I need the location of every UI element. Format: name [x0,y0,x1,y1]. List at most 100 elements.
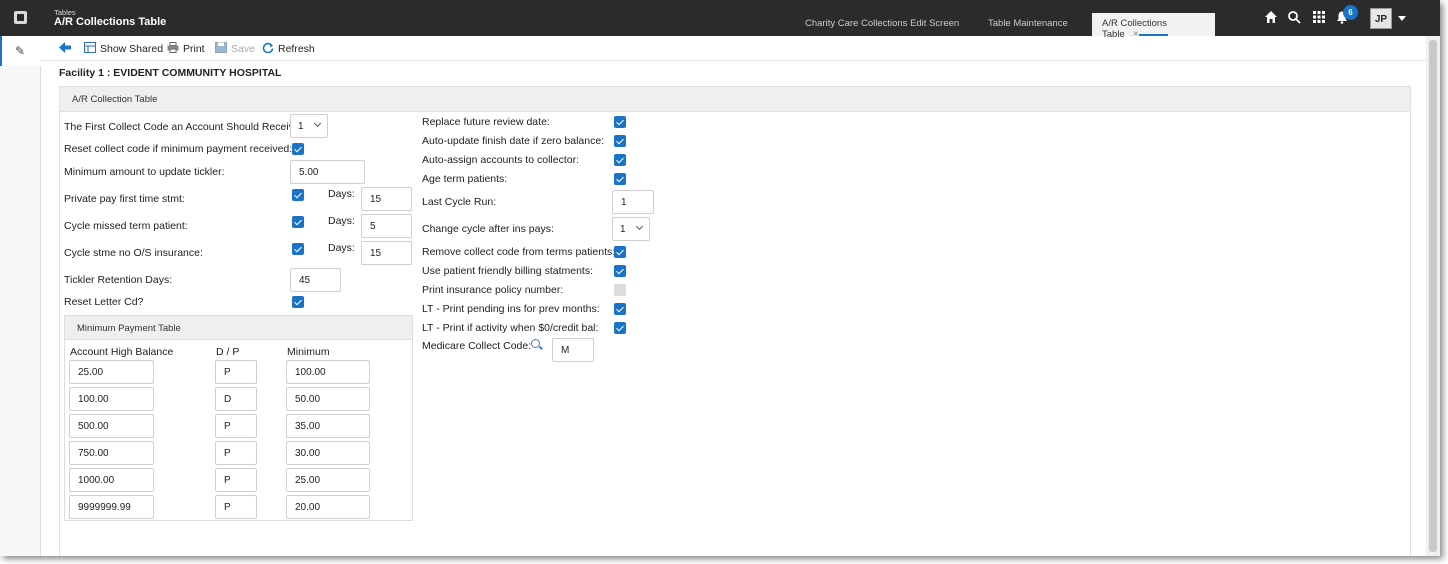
balance-input[interactable]: 9999999.99 [69,495,154,519]
reset-letter-checkbox[interactable] [292,296,304,308]
balance-input[interactable]: 1000.00 [69,468,154,492]
refresh-button[interactable]: Refresh [262,42,315,55]
dp-input[interactable]: D [215,387,257,411]
lt-activity-checkbox[interactable] [614,322,626,334]
auto-update-checkbox[interactable] [614,135,626,147]
app-window: Tables A/R Collections Table Charity Car… [0,0,1440,556]
edit-icon: ✎ [15,44,26,58]
col-header-balance: Account High Balance [70,346,174,358]
reset-letter-label: Reset Letter Cd? [64,296,144,308]
dp-input[interactable]: P [215,468,257,492]
cycle-stme-checkbox[interactable] [292,243,304,255]
min-amount-input[interactable]: 5.00 [290,160,365,184]
balance-input[interactable]: 750.00 [69,441,154,465]
private-pay-checkbox[interactable] [292,189,304,201]
save-icon [215,42,227,53]
avatar[interactable]: JP [1370,8,1392,29]
remove-collect-label: Remove collect code from terms patients: [422,246,616,258]
first-collect-code-label: The First Collect Code an Account Should… [64,121,303,133]
minimum-input[interactable]: 20.00 [286,495,370,519]
age-term-label: Age term patients: [422,173,508,185]
tickler-retention-label: Tickler Retention Days: [64,274,173,286]
use-friendly-label: Use patient friendly billing statments: [422,265,593,277]
lt-pending-label: LT - Print pending ins for prev months: [422,303,600,315]
chevron-down-icon [635,222,644,231]
col-header-minimum: Minimum [287,346,330,358]
search-icon[interactable] [1286,10,1302,26]
cycle-missed-checkbox[interactable] [292,216,304,228]
apps-grid-icon[interactable] [1311,10,1327,26]
chevron-down-icon[interactable] [1398,16,1406,21]
tab-label: Charity Care Collections Edit Screen [805,18,960,29]
minimum-input[interactable]: 35.00 [286,414,370,438]
show-shared-label: Show Shared [100,43,164,55]
scrollbar-thumb[interactable] [1429,40,1437,552]
chevron-down-icon [313,119,322,128]
auto-assign-label: Auto-assign accounts to collector: [422,154,579,166]
lt-activity-label: LT - Print if activity when $0/credit ba… [422,322,599,334]
app-logo-icon[interactable] [14,11,27,24]
replace-future-label: Replace future review date: [422,116,550,128]
cycle-missed-label: Cycle missed term patient: [64,220,188,232]
app-title: A/R Collections Table [54,16,167,28]
cycle-missed-days-input[interactable]: 5 [361,214,412,238]
dp-input[interactable]: P [215,414,257,438]
left-nav: ✎ [0,36,41,556]
print-label: Print [183,43,205,55]
cycle-stme-days-label: Days: [328,242,355,254]
last-cycle-label: Last Cycle Run: [422,196,497,208]
vertical-scrollbar[interactable] [1426,36,1440,556]
facility-title: Facility 1 : EVIDENT COMMUNITY HOSPITAL [59,67,282,79]
notification-badge: 6 [1343,5,1358,20]
auto-assign-checkbox[interactable] [614,154,626,166]
dp-input[interactable]: P [215,360,257,384]
cycle-missed-days-label: Days: [328,215,355,227]
print-policy-label: Print insurance policy number: [422,284,564,296]
col-header-dp: D / P [216,346,240,358]
refresh-label: Refresh [278,43,315,55]
print-policy-checkbox[interactable] [614,284,626,296]
shared-table-icon [84,42,96,53]
reset-collect-checkbox[interactable] [292,143,304,155]
home-icon[interactable] [1263,10,1279,26]
min-payment-table-title: Minimum Payment Table [65,316,412,340]
cycle-stme-label: Cycle stme no O/S insurance: [64,247,203,259]
medicare-label: Medicare Collect Code: [422,340,532,352]
minimum-input[interactable]: 30.00 [286,441,370,465]
minimum-input[interactable]: 50.00 [286,387,370,411]
cycle-stme-days-input[interactable]: 15 [361,241,412,265]
auto-update-label: Auto-update finish date if zero balance: [422,135,605,147]
balance-input[interactable]: 500.00 [69,414,154,438]
save-button[interactable]: Save [215,42,255,55]
print-button[interactable]: Print [167,42,205,55]
remove-collect-checkbox[interactable] [614,246,626,258]
use-friendly-checkbox[interactable] [614,265,626,277]
lt-pending-checkbox[interactable] [614,303,626,315]
show-shared-button[interactable]: Show Shared [84,42,163,55]
tab-charity-care[interactable]: Charity Care Collections Edit Screen [805,13,959,36]
nav-item-edit[interactable]: ✎ [0,36,41,66]
panel-title: A/R Collection Table [60,87,1410,112]
minimum-input[interactable]: 25.00 [286,468,370,492]
back-button[interactable] [59,42,71,56]
change-cycle-label: Change cycle after ins pays: [422,223,554,235]
private-pay-days-input[interactable]: 15 [361,187,412,211]
last-cycle-input[interactable]: 1 [612,190,654,214]
search-icon[interactable] [531,339,540,348]
replace-future-checkbox[interactable] [614,116,626,128]
minimum-input[interactable]: 100.00 [286,360,370,384]
dp-input[interactable]: P [215,495,257,519]
private-pay-days-label: Days: [328,188,355,200]
tab-ar-collections[interactable]: A/R Collections Table × [1092,13,1215,40]
first-collect-code-select[interactable]: 1 [290,114,328,138]
age-term-checkbox[interactable] [614,173,626,185]
balance-input[interactable]: 100.00 [69,387,154,411]
balance-input[interactable]: 25.00 [69,360,154,384]
dp-input[interactable]: P [215,441,257,465]
medicare-code-input[interactable]: M [552,338,594,362]
tab-table-maintenance[interactable]: Table Maintenance [988,13,1068,36]
tickler-retention-input[interactable]: 45 [290,268,341,292]
tab-label: Table Maintenance [988,18,1068,29]
private-pay-label: Private pay first time stmt: [64,193,185,205]
change-cycle-select[interactable]: 1 [612,217,650,241]
